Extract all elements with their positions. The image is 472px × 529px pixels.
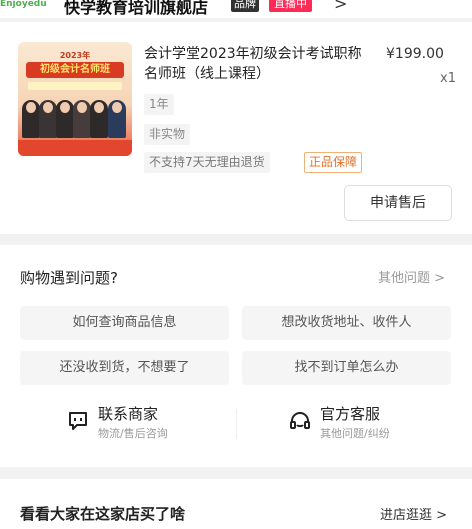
product-price: ¥199.00 xyxy=(386,46,444,62)
thumb-strip xyxy=(28,82,122,90)
thumb-year: 2023年 xyxy=(59,51,91,60)
store-name[interactable]: 快学教育培训旗舰店 xyxy=(64,0,208,18)
order-item-card: 2023年 初级会计名师班 会计学堂2023年初级会计考试职称名师班（线上课程）… xyxy=(0,22,472,234)
live-badge[interactable]: 直播中 xyxy=(269,0,312,12)
apply-aftersale-button[interactable]: 申请售后 xyxy=(344,185,452,221)
thumb-people-image xyxy=(22,92,128,138)
headset-icon xyxy=(290,412,310,429)
contact-name: 联系商家 xyxy=(98,405,159,423)
divider xyxy=(236,409,237,439)
contact-sub: 物流/售后咨询 xyxy=(98,427,168,440)
product-quantity: x1 xyxy=(440,71,456,86)
chat-bubble-icon xyxy=(69,412,87,430)
contact-name: 官方客服 xyxy=(320,405,381,423)
product-thumbnail[interactable]: 2023年 初级会计名师班 xyxy=(18,42,132,156)
spec-duration: 1年 xyxy=(144,94,174,115)
question-button[interactable]: 想改收货地址、收件人 xyxy=(242,306,451,340)
spec-type: 非实物 xyxy=(144,124,191,145)
guarantee-tag: 正品保障 xyxy=(304,152,363,173)
product-title[interactable]: 会计学堂2023年初级会计考试职称名师班（线上课程） xyxy=(144,44,374,84)
brand-badge: 品牌 xyxy=(231,0,259,12)
help-title: 购物遇到问题? xyxy=(20,269,118,287)
chevron-right-icon[interactable]: > xyxy=(334,0,347,13)
recommend-title: 看看大家在这家店买了啥 xyxy=(20,505,186,523)
question-button[interactable]: 如何查询商品信息 xyxy=(20,306,229,340)
no-return-tag: 不支持7天无理由退货 xyxy=(144,152,270,173)
help-card: 购物遇到问题? 其他问题 > 如何查询商品信息 想改收货地址、收件人 还没收到货… xyxy=(0,245,472,467)
thumb-title: 初级会计名师班 xyxy=(26,62,124,78)
official-service-button[interactable]: 官方客服 其他问题/纠纷 xyxy=(288,403,468,449)
thumb-footer xyxy=(18,140,132,156)
question-button[interactable]: 找不到订单怎么办 xyxy=(242,351,451,385)
recommend-section: 看看大家在这家店买了啥 进店逛逛 > xyxy=(0,479,472,529)
contact-merchant-button[interactable]: 联系商家 物流/售后咨询 xyxy=(66,403,246,449)
other-questions-link[interactable]: 其他问题 > xyxy=(378,267,445,286)
store-logo: Enjoyedu xyxy=(0,0,47,9)
visit-store-link[interactable]: 进店逛逛 > xyxy=(380,504,447,523)
question-button[interactable]: 还没收到货，不想要了 xyxy=(20,351,229,385)
contact-sub: 其他问题/纠纷 xyxy=(320,427,390,440)
store-header[interactable]: Enjoyedu 快学教育培训旗舰店 品牌 直播中 > xyxy=(0,0,472,18)
